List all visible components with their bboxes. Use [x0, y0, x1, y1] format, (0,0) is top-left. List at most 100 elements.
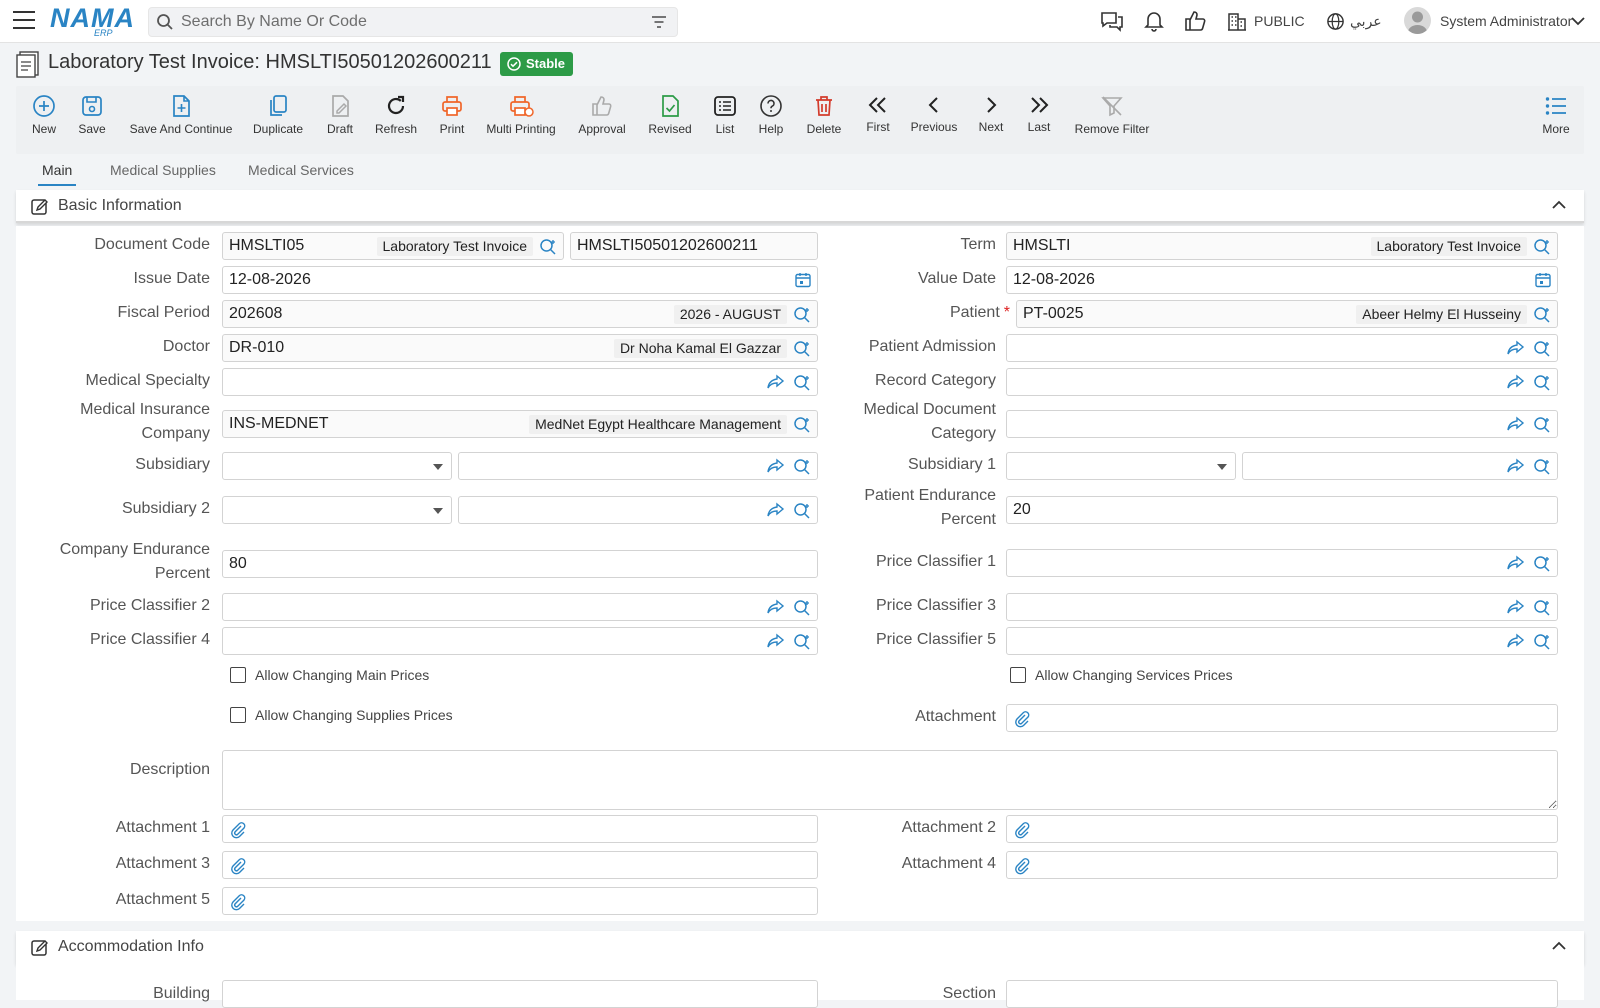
building-field[interactable]: [222, 980, 818, 1008]
first-button[interactable]: First: [860, 94, 896, 150]
attachment2-field[interactable]: [1006, 815, 1558, 843]
record-category-field[interactable]: [1006, 368, 1558, 396]
share-arrow-icon[interactable]: [1507, 340, 1525, 356]
share-arrow-icon[interactable]: [1507, 458, 1525, 474]
previous-button[interactable]: Previous: [908, 94, 960, 150]
paperclip-icon[interactable]: [229, 821, 247, 839]
price-classifier2-field[interactable]: [222, 593, 818, 621]
search-plus-icon[interactable]: [1533, 306, 1551, 324]
attachment4-field[interactable]: [1006, 851, 1558, 879]
paperclip-icon[interactable]: [229, 857, 247, 875]
price-classifier5-field[interactable]: [1006, 627, 1558, 655]
attachment5-field[interactable]: [222, 887, 818, 915]
patient-endurance-field[interactable]: 20: [1006, 496, 1558, 524]
allow-services-prices-checkbox[interactable]: [1010, 667, 1026, 683]
share-arrow-icon[interactable]: [767, 633, 785, 649]
chevron-up-icon[interactable]: [1552, 941, 1566, 950]
price-classifier1-field[interactable]: [1006, 549, 1558, 577]
language-toggle[interactable]: عربي: [1350, 13, 1382, 30]
save-button[interactable]: Save: [74, 94, 110, 150]
subsidiary1-field[interactable]: [1242, 452, 1558, 480]
attachment-field[interactable]: [1006, 704, 1558, 732]
issue-date-field[interactable]: 12-08-2026: [222, 266, 818, 294]
term-field[interactable]: HMSLTI Laboratory Test Invoice: [1006, 232, 1558, 260]
paperclip-icon[interactable]: [1013, 821, 1031, 839]
search-plus-icon[interactable]: [1533, 599, 1551, 617]
paperclip-icon[interactable]: [1013, 857, 1031, 875]
allow-supplies-prices-label[interactable]: Allow Changing Supplies Prices: [255, 707, 453, 723]
share-arrow-icon[interactable]: [767, 502, 785, 518]
calendar-icon[interactable]: [795, 272, 811, 288]
subsidiary2-type-select[interactable]: [222, 496, 452, 524]
share-arrow-icon[interactable]: [767, 599, 785, 615]
document-code-field[interactable]: HMSLTI05 Laboratory Test Invoice: [222, 232, 564, 260]
company-endurance-field[interactable]: 80: [222, 550, 818, 578]
user-name[interactable]: System Administrator: [1440, 13, 1572, 29]
search-plus-icon[interactable]: [793, 374, 811, 392]
delete-button[interactable]: Delete: [804, 94, 844, 150]
tab-medical-services[interactable]: Medical Services: [248, 162, 354, 178]
subsidiary-field[interactable]: [458, 452, 818, 480]
refresh-button[interactable]: Refresh: [374, 94, 418, 150]
search-plus-icon[interactable]: [793, 458, 811, 476]
share-arrow-icon[interactable]: [1507, 599, 1525, 615]
list-button[interactable]: List: [710, 94, 740, 150]
allow-services-prices-label[interactable]: Allow Changing Services Prices: [1035, 667, 1233, 683]
remove-filter-button[interactable]: Remove Filter: [1072, 94, 1152, 150]
paperclip-icon[interactable]: [229, 893, 247, 911]
allow-main-prices-checkbox[interactable]: [230, 667, 246, 683]
duplicate-button[interactable]: Duplicate: [250, 94, 306, 150]
patient-field[interactable]: PT-0025 Abeer Helmy El Husseiny: [1016, 300, 1558, 328]
approval-button[interactable]: Approval: [576, 94, 628, 150]
attachment3-field[interactable]: [222, 851, 818, 879]
search-plus-icon[interactable]: [793, 340, 811, 358]
revised-button[interactable]: Revised: [646, 94, 694, 150]
nama-logo[interactable]: NAMA ERP: [50, 4, 134, 38]
more-button[interactable]: More: [1540, 94, 1572, 150]
tab-medical-supplies[interactable]: Medical Supplies: [110, 162, 216, 178]
patient-admission-field[interactable]: [1006, 334, 1558, 362]
next-button[interactable]: Next: [974, 94, 1008, 150]
search-input[interactable]: [179, 11, 619, 33]
subsidiary-type-select[interactable]: [222, 452, 452, 480]
multi-printing-button[interactable]: Multi Printing: [484, 94, 558, 150]
share-arrow-icon[interactable]: [767, 458, 785, 474]
help-button[interactable]: Help: [756, 94, 786, 150]
share-arrow-icon[interactable]: [767, 374, 785, 390]
share-arrow-icon[interactable]: [1507, 374, 1525, 390]
chevron-down-icon[interactable]: [1571, 17, 1585, 26]
search-plus-icon[interactable]: [793, 416, 811, 434]
search-plus-icon[interactable]: [539, 238, 557, 256]
price-classifier4-field[interactable]: [222, 627, 818, 655]
section-field[interactable]: [1006, 980, 1558, 1008]
search-plus-icon[interactable]: [793, 502, 811, 520]
chat-icon[interactable]: [1100, 10, 1124, 32]
draft-button[interactable]: Draft: [322, 94, 358, 150]
save-and-continue-button[interactable]: Save And Continue: [126, 94, 236, 150]
subsidiary1-type-select[interactable]: [1006, 452, 1236, 480]
description-textarea[interactable]: [222, 750, 1558, 810]
search-plus-icon[interactable]: [1533, 633, 1551, 651]
new-button[interactable]: New: [26, 94, 62, 150]
share-arrow-icon[interactable]: [1507, 555, 1525, 571]
search-plus-icon[interactable]: [1533, 555, 1551, 573]
search-plus-icon[interactable]: [1533, 238, 1551, 256]
allow-supplies-prices-checkbox[interactable]: [230, 707, 246, 723]
document-number-field[interactable]: HMSLTI50501202600211: [570, 232, 818, 260]
print-button[interactable]: Print: [434, 94, 470, 150]
medical-specialty-field[interactable]: [222, 368, 818, 396]
filter-icon[interactable]: [651, 15, 667, 29]
paperclip-icon[interactable]: [1013, 710, 1031, 728]
globe-icon[interactable]: [1326, 12, 1345, 31]
calendar-icon[interactable]: [1535, 272, 1551, 288]
avatar[interactable]: [1404, 7, 1431, 34]
share-arrow-icon[interactable]: [1507, 416, 1525, 432]
bell-icon[interactable]: [1143, 10, 1165, 32]
doc-category-field[interactable]: [1006, 410, 1558, 438]
thumbs-up-icon[interactable]: [1184, 10, 1206, 32]
basic-information-header[interactable]: Basic Information: [16, 190, 1584, 223]
search-plus-icon[interactable]: [793, 633, 811, 651]
search-plus-icon[interactable]: [793, 599, 811, 617]
search-plus-icon[interactable]: [793, 306, 811, 324]
search-plus-icon[interactable]: [1533, 340, 1551, 358]
